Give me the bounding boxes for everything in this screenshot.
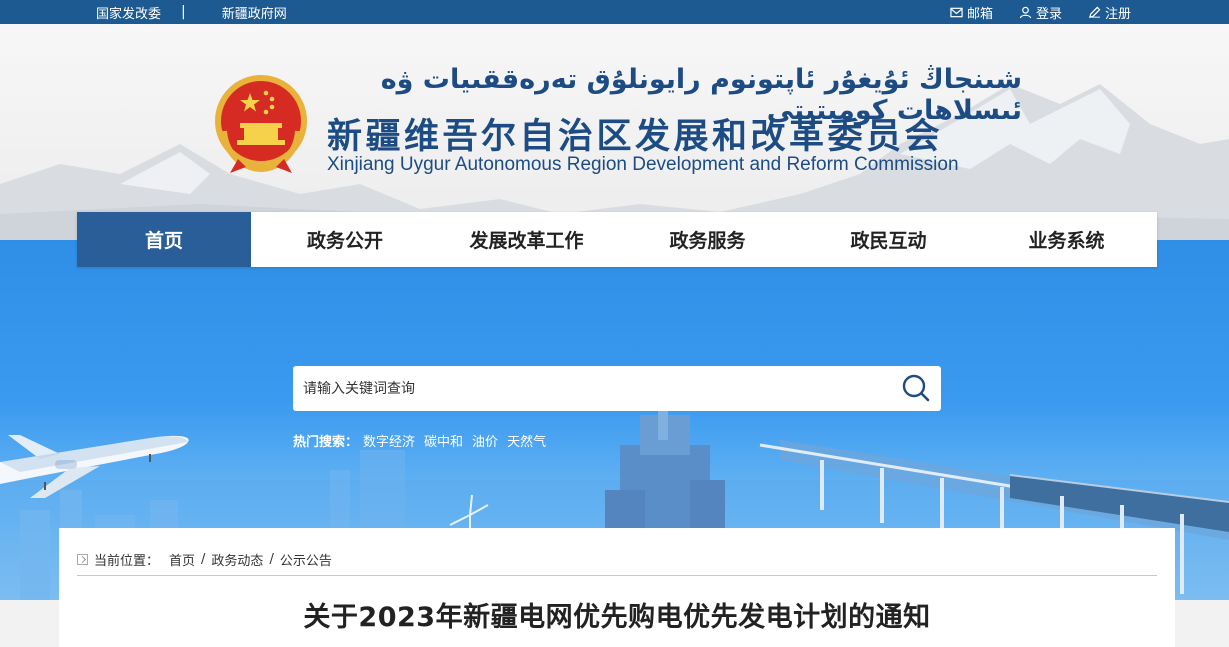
hot-search: 热门搜索： 数字经济 碳中和 油价 天然气 (293, 431, 546, 450)
breadcrumb-label: 当前位置： (94, 554, 160, 569)
top-bar: 国家发改委 | 新疆政府网 邮箱 登录 注册 (0, 0, 1229, 24)
hot-keyword-digital-economy[interactable]: 数字经济 (363, 431, 415, 450)
breadcrumb-notices[interactable]: 公示公告 (280, 550, 332, 569)
hot-keyword-oil-price[interactable]: 油价 (472, 431, 498, 450)
nav-interaction[interactable]: 政民互动 (801, 212, 976, 267)
login-label: 登录 (1035, 6, 1062, 22)
site-header: شىنجاڭ ئۇيغۇر ئاپتونوم رايونلۇق تەرەققىي… (0, 24, 1229, 240)
hot-search-label: 热门搜索： (293, 435, 359, 450)
search-box (293, 366, 941, 411)
english-title: Xinjiang Uygur Autonomous Region Develop… (327, 154, 959, 175)
breadcrumb-separator: / (269, 552, 274, 567)
mail-icon (950, 7, 963, 17)
article-title: 关于2023年新疆电网优先购电优先发电计划的通知 (303, 602, 931, 633)
user-icon (1019, 6, 1032, 18)
chinese-title: 新疆维吾尔自治区发展和改革委员会 (327, 117, 944, 157)
location-icon (77, 554, 88, 565)
divider (77, 575, 1157, 576)
register-label: 注册 (1104, 6, 1131, 22)
link-xinjiang-gov[interactable]: 新疆政府网 (222, 3, 287, 22)
nav-development-reform[interactable]: 发展改革工作 (439, 212, 614, 267)
top-separator: | (181, 4, 186, 20)
hot-keyword-carbon-neutral[interactable]: 碳中和 (424, 431, 463, 450)
mail-link[interactable]: 邮箱 (950, 3, 993, 22)
top-links: 国家发改委 | 新疆政府网 (96, 0, 287, 24)
search-icon[interactable] (901, 373, 931, 403)
content-panel: 当前位置： 首页 / 政务动态 / 公示公告 关于2023年新疆电网优先购电优先… (59, 528, 1175, 647)
breadcrumb-home[interactable]: 首页 (169, 550, 195, 569)
breadcrumb-separator: / (201, 552, 206, 567)
nav-government-services[interactable]: 政务服务 (614, 212, 801, 267)
account-links: 邮箱 登录 注册 (950, 0, 1131, 24)
breadcrumb-news[interactable]: 政务动态 (211, 550, 263, 569)
nav-home[interactable]: 首页 (77, 212, 251, 267)
search-input[interactable] (303, 366, 893, 411)
pencil-icon (1088, 6, 1101, 18)
register-link[interactable]: 注册 (1088, 3, 1131, 22)
hot-keyword-natural-gas[interactable]: 天然气 (507, 431, 546, 450)
nav-business-systems[interactable]: 业务系统 (976, 212, 1157, 267)
breadcrumb: 当前位置： 首页 / 政务动态 / 公示公告 (77, 550, 332, 569)
national-emblem-icon (215, 75, 307, 173)
nav-government-affairs[interactable]: 政务公开 (251, 212, 439, 267)
mail-label: 邮箱 (966, 6, 993, 22)
link-ndrc[interactable]: 国家发改委 (96, 3, 161, 22)
main-nav: 首页 政务公开 发展改革工作 政务服务 政民互动 业务系统 (77, 212, 1157, 267)
login-link[interactable]: 登录 (1019, 3, 1062, 22)
